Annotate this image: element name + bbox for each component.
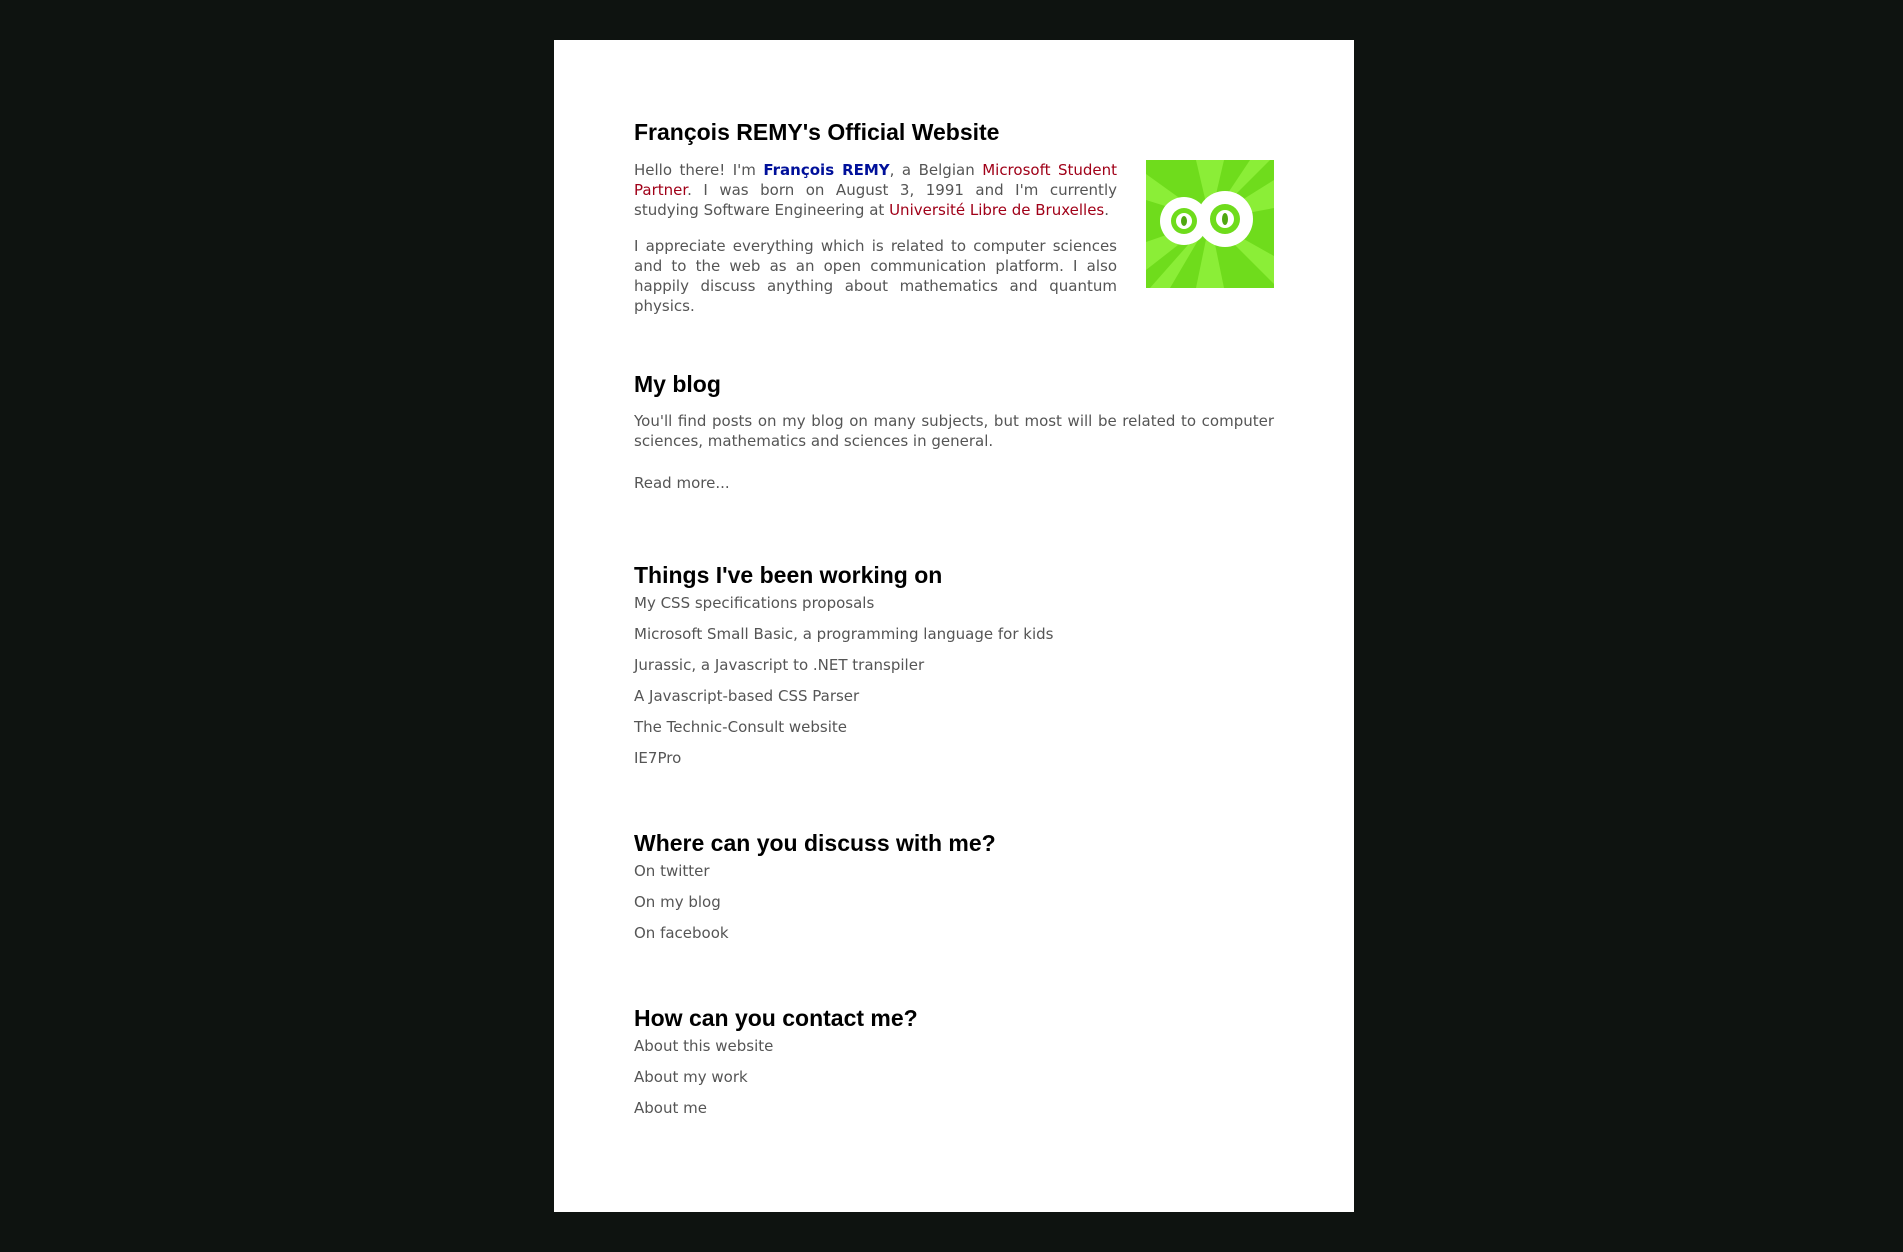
work-item[interactable]: IE7Pro: [634, 748, 1274, 779]
content-card: François REMY's Official Website Hello t…: [554, 40, 1354, 1212]
university-link[interactable]: Université Libre de Bruxelles: [889, 201, 1104, 219]
intro-section: Hello there! I'm François REMY, a Belgia…: [634, 160, 1274, 316]
facebook-link[interactable]: On facebook: [634, 923, 1274, 954]
work-heading: Things I've been working on: [634, 562, 943, 588]
about-me-link[interactable]: About me: [634, 1098, 1274, 1129]
work-item[interactable]: My CSS specifications proposals: [634, 593, 1274, 624]
intro-text-part: Hello there! I'm: [634, 161, 764, 179]
intro-text-part: .: [1104, 201, 1110, 219]
work-section: Things I've been working on My CSS speci…: [634, 561, 1274, 779]
blog-link[interactable]: On my blog: [634, 892, 1274, 923]
intro-paragraph-1: Hello there! I'm François REMY, a Belgia…: [634, 160, 1117, 220]
work-item[interactable]: The Technic-Consult website: [634, 717, 1274, 748]
contact-heading: How can you contact me?: [634, 1005, 918, 1031]
author-name-link[interactable]: François REMY: [763, 161, 889, 179]
contact-list: About this website About my work About m…: [634, 1036, 1274, 1129]
blog-description: You'll find posts on my blog on many sub…: [634, 412, 1274, 450]
page-title: François REMY's Official Website: [634, 119, 1000, 145]
discuss-heading: Where can you discuss with me?: [634, 830, 996, 856]
discuss-section: Where can you discuss with me? On twitte…: [634, 829, 1274, 954]
work-item[interactable]: A Javascript-based CSS Parser: [634, 686, 1274, 717]
about-work-link[interactable]: About my work: [634, 1067, 1274, 1098]
discuss-list: On twitter On my blog On facebook: [634, 861, 1274, 954]
intro-text-part: , a Belgian: [889, 161, 983, 179]
work-item[interactable]: Jurassic, a Javascript to .NET transpile…: [634, 655, 1274, 686]
twitter-link[interactable]: On twitter: [634, 861, 1274, 892]
work-item[interactable]: Microsoft Small Basic, a programming lan…: [634, 624, 1274, 655]
intro-text: Hello there! I'm François REMY, a Belgia…: [634, 160, 1117, 316]
read-more-link[interactable]: Read more...: [634, 473, 1274, 493]
contact-section: How can you contact me? About this websi…: [634, 1004, 1274, 1129]
intro-paragraph-2: I appreciate everything which is related…: [634, 237, 1117, 315]
blog-heading: My blog: [634, 371, 721, 397]
blog-section: My blog You'll find posts on my blog on …: [634, 370, 1274, 493]
work-list: My CSS specifications proposals Microsof…: [634, 593, 1274, 779]
infinity-eyes-logo-icon: [1146, 160, 1274, 288]
about-website-link[interactable]: About this website: [634, 1036, 1274, 1067]
